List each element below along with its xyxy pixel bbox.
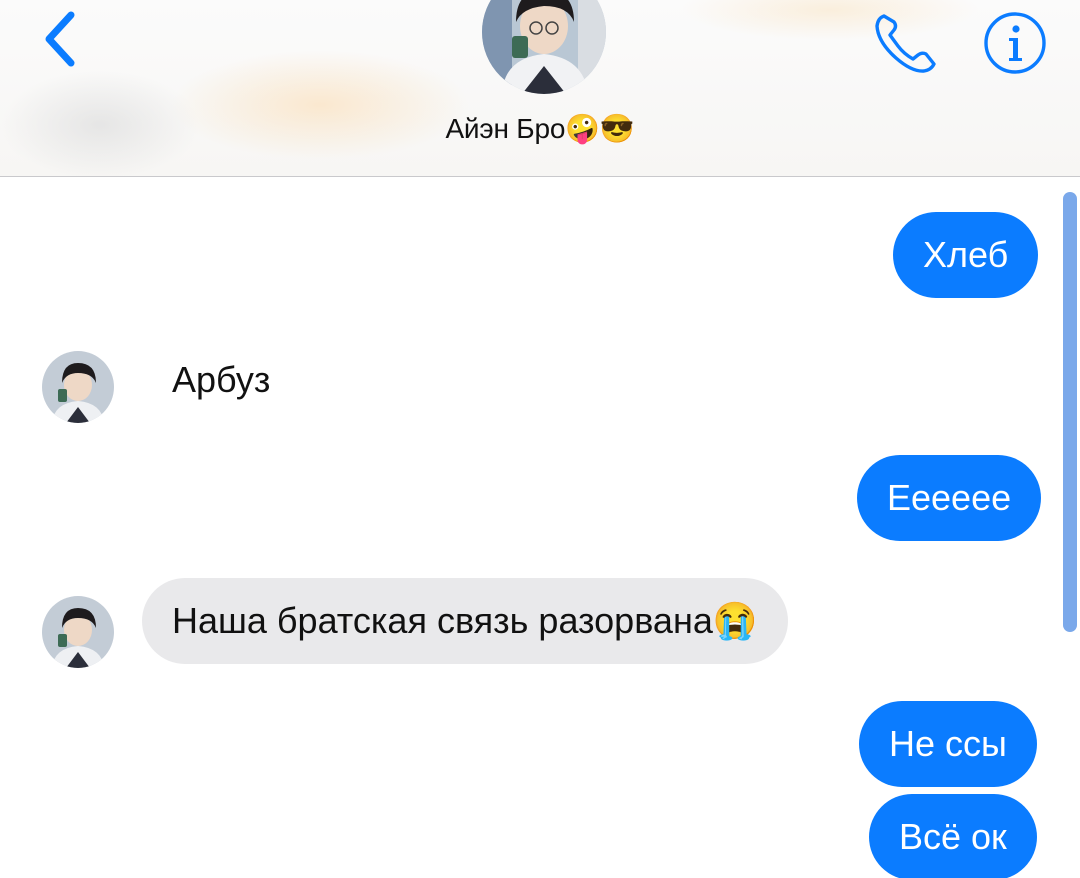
chevron-left-icon [45,11,75,67]
info-button[interactable] [982,10,1048,76]
chat-screen: Айэн Бро🤪😎 Хлеб Арбуз Eeeeee Наша братск… [0,0,1080,878]
contact-avatar-small[interactable] [42,596,114,668]
message-list[interactable]: Хлеб Арбуз Eeeeee Наша братская связь ра… [0,177,1080,878]
outgoing-message[interactable]: Не ссы [859,701,1037,787]
contact-avatar-small[interactable] [42,351,114,423]
avatar-photo [42,351,114,423]
info-icon [984,12,1046,74]
incoming-message[interactable]: Наша братская связь разорвана😭 [142,578,788,664]
call-button[interactable] [870,8,940,78]
scrollbar[interactable] [1063,192,1077,632]
contact-avatar[interactable] [482,0,606,94]
avatar-photo [42,596,114,668]
back-button[interactable] [34,4,84,74]
outgoing-message[interactable]: Хлеб [893,212,1039,298]
phone-icon [875,14,936,73]
avatar-photo [482,0,606,94]
incoming-message[interactable]: Арбуз [172,337,300,423]
contact-name[interactable]: Айэн Бро🤪😎 [0,112,1080,145]
outgoing-message[interactable]: Всё ок [869,794,1037,878]
outgoing-message[interactable]: Eeeeee [857,455,1042,541]
chat-header: Айэн Бро🤪😎 [0,0,1080,177]
